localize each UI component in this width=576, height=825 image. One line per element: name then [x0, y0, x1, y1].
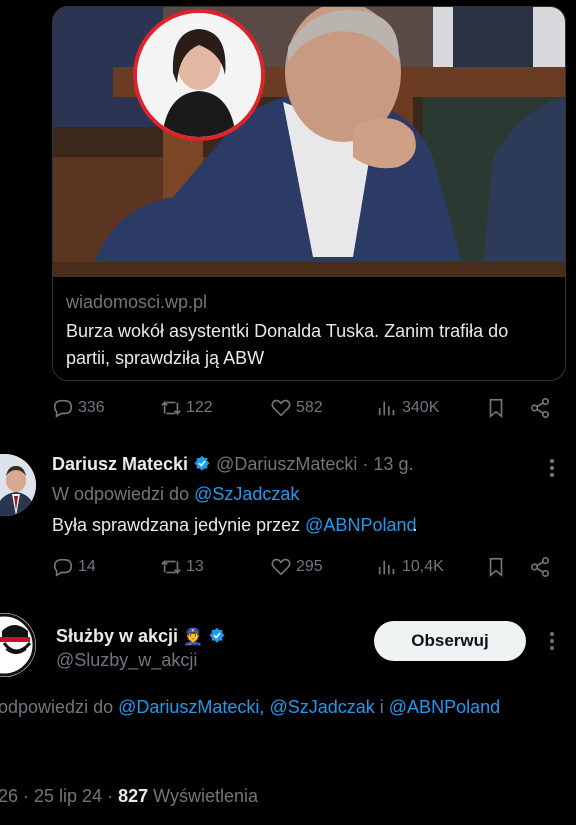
bookmark-icon: [489, 557, 503, 578]
tweet-meta: 26 · 25 lip 24 · 827 Wyświetlenia: [0, 786, 258, 807]
retweet-button[interactable]: 13: [160, 556, 204, 578]
share-button[interactable]: [529, 397, 551, 419]
reply-to-link[interactable]: @ABNPoland: [389, 697, 500, 717]
reply-to-separator: i: [379, 697, 384, 717]
reply-icon: [53, 558, 73, 577]
author-handle[interactable]: @Sluzby_w_akcji: [56, 650, 197, 671]
article-image: [53, 7, 565, 277]
link-card[interactable]: wiadomosci.wp.pl Burza wokół asystentki …: [52, 6, 566, 381]
retweet-count: 122: [186, 399, 213, 416]
reply-header: Dariusz Matecki @DariuszMatecki · 13 g.: [52, 454, 413, 475]
like-count: 582: [296, 399, 323, 416]
reply-text-suffix: .: [412, 515, 418, 535]
reply-text: Była sprawdzana jedynie przez @ABNPoland…: [52, 515, 418, 536]
timestamp[interactable]: · 13 g.: [362, 454, 413, 474]
reply-count: 336: [78, 399, 105, 416]
more-options-icon[interactable]: [546, 458, 558, 478]
verified-badge-icon: [194, 455, 210, 471]
reply-button[interactable]: 336: [52, 397, 105, 419]
author-name[interactable]: Służby w akcji: [56, 626, 178, 646]
retweet-icon: [161, 559, 181, 575]
card-domain: wiadomosci.wp.pl: [66, 292, 208, 312]
main-author: Służby w akcji 👮: [56, 626, 226, 647]
views-button[interactable]: 10,4K: [376, 556, 444, 578]
reply-to-prefix: odpowiedzi do: [0, 697, 114, 717]
more-options-icon[interactable]: [546, 631, 558, 656]
timestamp[interactable]: 26 · 25 lip 24 ·: [0, 786, 113, 806]
analytics-icon: [378, 560, 395, 575]
reply-to-link[interactable]: @SzJadczak: [194, 484, 299, 504]
views-count: 340K: [402, 399, 440, 416]
like-button[interactable]: 582: [270, 397, 323, 419]
reply-to-link[interactable]: @SzJadczak: [269, 697, 374, 717]
mention-link[interactable]: @ABNPoland: [305, 515, 416, 535]
card-title: Burza wokół asystentki Donalda Tuska. Za…: [66, 321, 509, 368]
follow-button[interactable]: Obserwuj: [374, 621, 526, 661]
share-icon: [530, 398, 550, 418]
like-count: 295: [296, 558, 323, 575]
reply-button[interactable]: 14: [52, 556, 96, 578]
share-icon: [530, 557, 550, 577]
avatar[interactable]: [0, 613, 36, 677]
police-logo-icon: [0, 613, 36, 677]
share-button[interactable]: [529, 556, 551, 578]
bookmark-button[interactable]: [485, 397, 507, 419]
main-reply-context: odpowiedzi do @DariuszMatecki, @SzJadcza…: [0, 697, 500, 718]
police-officer-emoji: 👮: [183, 629, 203, 646]
bookmark-button[interactable]: [485, 556, 507, 578]
article-photo: [53, 7, 565, 277]
reply-count: 14: [78, 558, 96, 575]
inset-portrait: [133, 9, 265, 141]
views-label: Wyświetlenia: [153, 786, 259, 806]
retweet-count: 13: [186, 558, 204, 575]
reply-context: W odpowiedzi do @SzJadczak: [52, 484, 299, 505]
retweet-icon: [161, 400, 181, 416]
like-button[interactable]: 295: [270, 556, 323, 578]
views-count: 827: [118, 786, 149, 806]
reply-icon: [53, 399, 73, 418]
views-count: 10,4K: [402, 558, 444, 575]
views-button[interactable]: 340K: [376, 397, 439, 419]
reply-text-prefix: Była sprawdzana jedynie przez: [52, 515, 301, 535]
retweet-button[interactable]: 122: [160, 397, 213, 419]
reply-to-link[interactable]: @DariuszMatecki,: [118, 697, 264, 717]
analytics-icon: [378, 401, 395, 416]
heart-icon: [271, 558, 291, 576]
bookmark-icon: [489, 398, 503, 419]
heart-icon: [271, 399, 291, 417]
reply-to-prefix: W odpowiedzi do: [52, 484, 190, 504]
avatar[interactable]: [0, 454, 36, 516]
author-handle[interactable]: @DariuszMatecki: [216, 454, 357, 474]
verified-badge-icon: [209, 627, 225, 643]
author-name[interactable]: Dariusz Matecki: [52, 454, 188, 474]
